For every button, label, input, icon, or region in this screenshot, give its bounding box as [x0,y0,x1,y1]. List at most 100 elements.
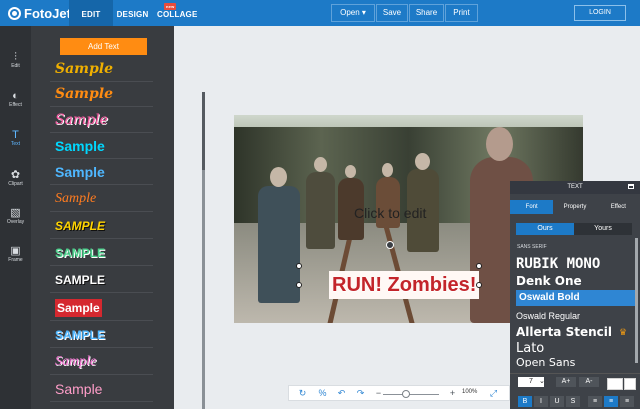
sample-text: Sample [55,354,97,369]
sample-text: Sample [55,191,97,206]
sidebar-item-edit-label: Edit [11,63,20,69]
resize-handle[interactable] [296,282,302,288]
text-sample-item[interactable]: Sample [50,187,153,212]
sidebar-item-overlay[interactable]: ▧ Overlay [0,207,31,245]
zombie-figure [258,186,300,303]
text-panel-title: TEXT [567,184,583,190]
font-option[interactable]: Denk One [516,273,636,289]
align-right-button[interactable]: ≡ [620,396,634,407]
sample-text: Sample [55,86,114,102]
text-sample-item[interactable]: Sample [50,57,153,82]
text-sample-item[interactable]: SAMPLE [50,268,153,293]
share-button[interactable]: Share [409,4,444,22]
tool-sidebar: ⫶ Edit ◐ Effect T Text ✿ Clipart ▧ Overl… [0,26,31,409]
font-list-scrollbar[interactable] [635,238,638,363]
flower-icon: ✿ [10,169,21,181]
text-sample-item[interactable]: SAMPLE [50,241,153,266]
add-text-button[interactable]: Add Text [60,38,147,55]
text-color-swatch[interactable] [607,378,623,390]
text-panel-scrollbar[interactable] [202,92,205,409]
text-sample-item[interactable]: Sample [50,377,153,402]
redo-icon[interactable]: ↷ [354,387,367,400]
lock-icon[interactable] [628,184,634,189]
text-sample-item[interactable]: Sample [50,350,153,375]
login-button[interactable]: LOGIN [574,5,626,21]
open-button[interactable]: Open ▾ [331,4,375,22]
tab-design[interactable]: DESIGN [113,0,152,26]
text-properties-panel: TEXT Font Property Effect Ours Yours SAN… [510,181,640,409]
sidebar-item-edit[interactable]: ⫶ Edit [0,51,31,89]
resize-handle[interactable] [476,263,482,269]
save-button[interactable]: Save [376,4,408,22]
font-option[interactable]: Lato [516,341,636,357]
zoom-slider-handle[interactable] [402,390,410,398]
color-picker-icon[interactable] [624,378,636,390]
zombie-head [415,153,430,170]
text-sample-item[interactable]: Sample [50,296,153,321]
text-sample-item[interactable]: Sample [50,134,153,159]
sample-text: SAMPLE [55,273,106,287]
sidebar-item-clipart[interactable]: ✿ Clipart [0,169,31,207]
align-center-button[interactable]: ≡ [604,396,618,407]
decrease-font-size-button[interactable]: A- [579,377,599,387]
text-sample-item[interactable]: Sample [50,160,153,185]
resize-handle[interactable] [476,282,482,288]
sidebar-item-text-label: Text [10,141,21,147]
sample-text: Sample [55,61,114,77]
sidebar-item-clipart-label: Clipart [8,181,23,187]
resize-handle[interactable] [296,263,302,269]
print-button[interactable]: Print [445,4,478,22]
sliders-icon: ⫶ [14,51,17,63]
text-format-controls: 7 ⌄ A+ A- B I U S ≡ ≡ ≡ [510,373,640,409]
percent-icon[interactable]: % [316,387,329,400]
text-panel-header: TEXT [510,181,640,194]
sidebar-item-text[interactable]: T Text [0,129,31,167]
tab-design-label: DESIGN [116,10,149,19]
font-option-selected[interactable]: Oswald Bold [516,290,636,306]
zoom-in-icon[interactable]: + [446,387,459,400]
underline-button[interactable]: U [550,396,564,407]
font-option[interactable]: Allerta Stencil [516,324,636,340]
font-category-label: SANS SERIF [517,244,547,250]
rotate-handle[interactable] [386,241,394,249]
text-panel-tabs: Font Property Effect [510,200,640,214]
tab-effect[interactable]: Effect [597,200,640,214]
increase-font-size-button[interactable]: A+ [556,377,576,387]
font-option[interactable]: Open Sans [516,358,636,367]
sidebar-item-effect[interactable]: ◐ Effect [0,90,31,128]
sidebar-item-frame[interactable]: ▣ Frame [0,245,31,283]
tab-edit[interactable]: EDIT new [69,0,177,26]
tab-font[interactable]: Font [510,200,554,214]
text-sample-item[interactable]: Sample [50,108,153,133]
undo-icon[interactable]: ↶ [335,387,348,400]
refresh-icon[interactable]: ↻ [296,387,309,400]
italic-button[interactable]: I [534,396,548,407]
canvas-headline[interactable]: RUN! Zombies! [329,271,480,299]
tab-collage[interactable]: COLLAGE [157,0,197,26]
font-option[interactable]: RUBIK MONO [516,256,636,272]
fotojet-logo-mark [8,6,21,20]
align-left-button[interactable]: ≡ [588,396,602,407]
tab-collage-label: COLLAGE [157,10,198,19]
fit-screen-icon[interactable]: ⤢ [487,387,500,400]
bold-button[interactable]: B [518,396,532,407]
text-sample-item[interactable]: Sample [50,82,153,107]
text-sample-item[interactable]: SAMPLE [50,323,153,348]
strikethrough-button[interactable]: S [566,396,580,407]
tab-property[interactable]: Property [553,200,596,214]
fonts-yours-tab[interactable]: Yours [574,223,632,235]
zombie-head [314,157,327,172]
font-option[interactable]: Oswald Regular [516,308,636,324]
sample-text: Sample [55,299,102,317]
sample-text: Sample [55,164,105,180]
text-sample-item[interactable]: SAMPLE [50,214,153,239]
overlay-icon: ▧ [10,207,21,219]
zombie-figure [306,172,335,249]
zombie-head [270,167,287,187]
sample-text: SAMPLE [55,219,106,233]
fonts-ours-tab[interactable]: Ours [516,223,574,235]
sidebar-item-frame-label: Frame [8,257,23,263]
zoom-slider-track[interactable] [383,394,439,395]
fotojet-logo: FotoJet [8,4,71,22]
text-placeholder[interactable]: Click to edit [354,205,426,221]
